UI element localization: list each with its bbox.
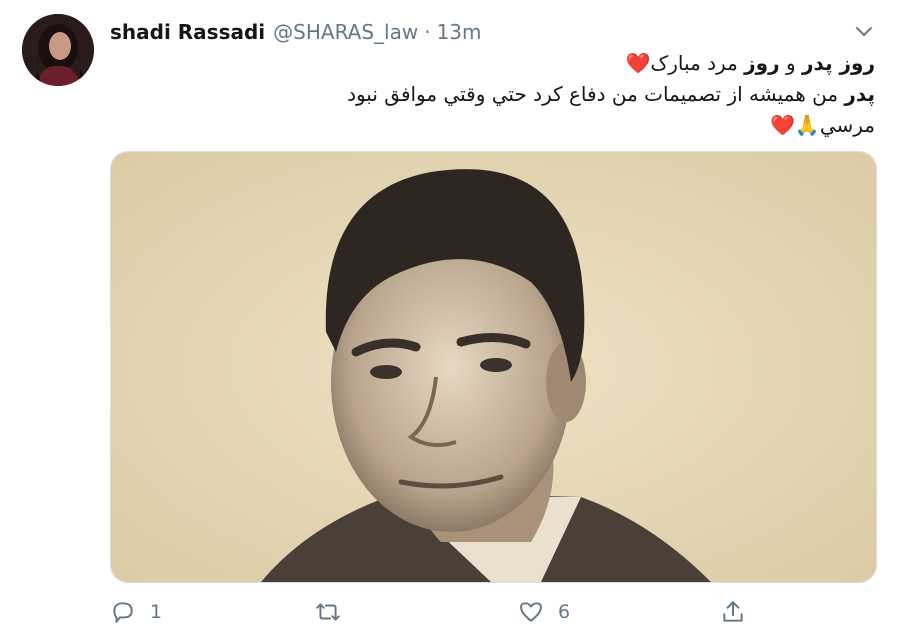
heart-icon xyxy=(520,602,542,622)
tweet-text-line-2: پدر من هميشه از تصميمات من دفاع كرد حتي … xyxy=(110,79,875,110)
tweet-text: روز پدر و روز مرد مبارک❤️ پدر من هميشه ا… xyxy=(110,48,875,141)
reply-count: 1 xyxy=(150,601,163,623)
avatar[interactable] xyxy=(22,14,94,86)
tweet-timestamp[interactable]: 13m xyxy=(437,20,482,44)
share-button[interactable] xyxy=(720,596,746,628)
text-segment: مرسي xyxy=(819,113,875,137)
text-segment: و xyxy=(779,51,802,75)
pray-heart-emoji: 🙏❤️ xyxy=(770,113,820,137)
chevron-down-icon xyxy=(856,27,872,36)
retweet-button[interactable] xyxy=(315,596,355,628)
tweet-text-line-3: مرسي🙏❤️ xyxy=(110,110,875,141)
retweet-icon xyxy=(316,603,340,621)
tweet-header: shadi Rassadi @SHARAS_law · 13m xyxy=(110,18,482,46)
reply-icon xyxy=(113,602,133,623)
tweet-photo[interactable] xyxy=(110,151,877,583)
share-icon xyxy=(723,601,743,622)
tweet-menu-button[interactable] xyxy=(851,18,877,44)
text-bold-segment: روز xyxy=(744,51,780,75)
tweet-text-line-1: روز پدر و روز مرد مبارک❤️ xyxy=(110,48,875,79)
like-button[interactable]: 6 xyxy=(518,596,570,628)
text-bold-segment: روز پدر xyxy=(802,51,875,75)
text-segment: مرد مبارک xyxy=(650,51,745,75)
portrait-photo xyxy=(111,152,876,582)
text-segment: من هميشه از تصميمات من دفاع كرد حتي وقتي… xyxy=(347,82,845,106)
tweet-actions: 1 6 xyxy=(110,596,875,628)
header-separator: · xyxy=(424,20,431,44)
text-bold-segment: پدر xyxy=(844,82,875,106)
avatar-image xyxy=(22,14,94,86)
like-count: 6 xyxy=(558,601,571,623)
reply-button[interactable]: 1 xyxy=(110,596,162,628)
author-name[interactable]: shadi Rassadi xyxy=(110,20,265,44)
heart-emoji: ❤️ xyxy=(625,51,651,75)
author-handle[interactable]: @SHARAS_law xyxy=(273,20,418,44)
